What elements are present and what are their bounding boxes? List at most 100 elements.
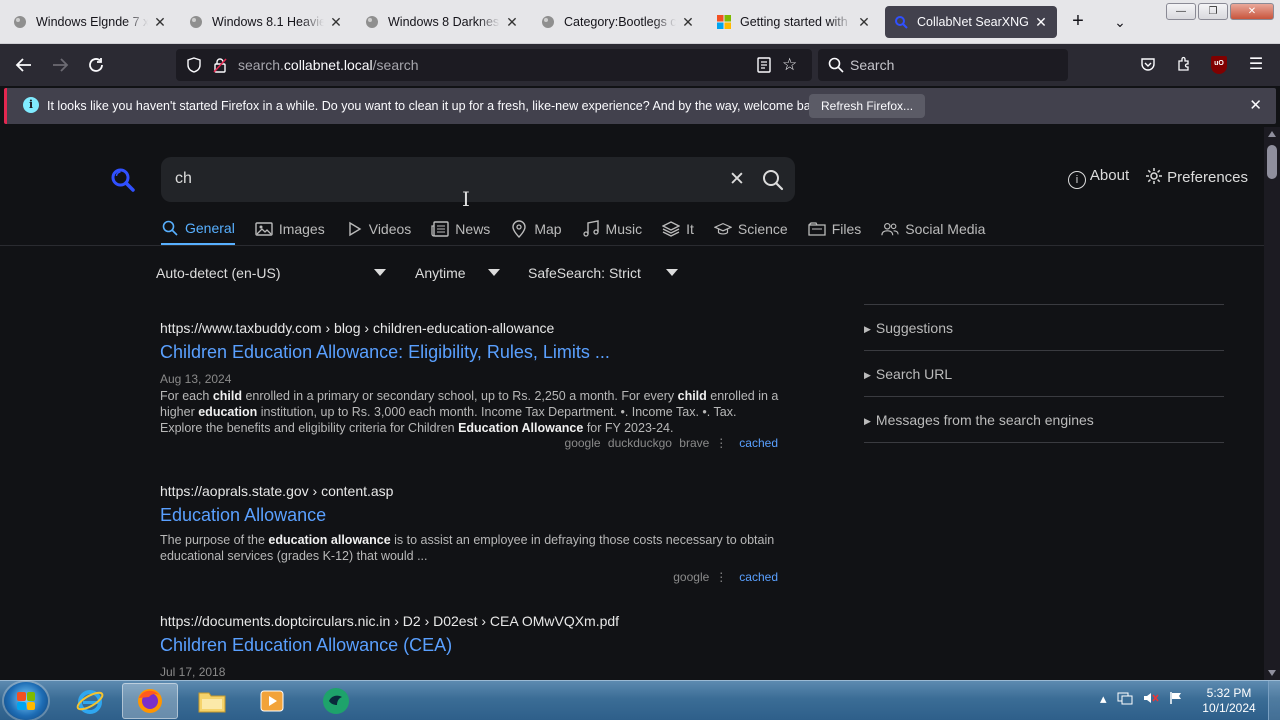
start-button[interactable] xyxy=(4,682,48,720)
sidebar-item-suggestions[interactable]: ▶ Suggestions xyxy=(864,305,1224,351)
bookmark-star-icon[interactable]: ☆ xyxy=(782,55,797,75)
result-engines: google duckduckgo brave ⋮ cached xyxy=(160,436,778,450)
volume-muted-icon[interactable] xyxy=(1143,691,1159,708)
refresh-firefox-notification: i It looks like you haven't started Fire… xyxy=(4,88,1276,124)
result-title-link[interactable]: Education Allowance xyxy=(160,505,780,526)
sidebar-item-search-url[interactable]: ▶ Search URL xyxy=(864,351,1224,397)
music-icon xyxy=(582,220,600,238)
cached-link[interactable]: cached xyxy=(739,436,778,450)
taskbar-clock[interactable]: 5:32 PM 10/1/2024 xyxy=(1196,686,1262,716)
url-bar[interactable]: search.collabnet.local/search ☆ xyxy=(176,49,812,81)
tab-category-bootlegs[interactable]: Category:Bootlegs cre ✕ xyxy=(532,6,704,38)
tab-getting-started[interactable]: Getting started with M ✕ xyxy=(708,6,880,38)
action-center-flag-icon[interactable] xyxy=(1169,691,1183,708)
result-engines: google ⋮ cached xyxy=(160,570,778,584)
tab-close-icon[interactable]: ✕ xyxy=(1033,14,1049,31)
preferences-link[interactable]: Preferences xyxy=(1145,167,1248,189)
sidebar-item-engine-messages[interactable]: ▶ Messages from the search engines xyxy=(864,397,1224,443)
tab-videos[interactable]: Videos xyxy=(345,219,411,245)
minimize-button[interactable]: — xyxy=(1166,3,1196,20)
tab-collabnet-searxng[interactable]: CollabNet SearXNG ✕ xyxy=(885,6,1057,38)
cached-link[interactable]: cached xyxy=(739,570,778,584)
ublock-origin-icon[interactable]: uO xyxy=(1211,56,1227,74)
tab-close-icon[interactable]: ✕ xyxy=(152,14,168,31)
firefox-taskbar-icon[interactable] xyxy=(122,683,178,719)
tab-social-media[interactable]: Social Media xyxy=(881,219,985,245)
language-select-value: Auto-detect (en-US) xyxy=(156,265,281,281)
result-url[interactable]: https://aoprals.state.gov › content.asp xyxy=(160,483,780,499)
sidebar-item-label: Search URL xyxy=(875,366,953,382)
result-title-link[interactable]: Children Education Allowance (CEA) xyxy=(160,635,780,656)
app-menu-hamburger-icon[interactable]: ☰ xyxy=(1247,56,1265,74)
layers-icon xyxy=(662,220,681,238)
tracking-protection-shield-icon[interactable] xyxy=(186,57,202,73)
list-all-tabs-button[interactable]: ⌄ xyxy=(1108,10,1132,34)
show-hidden-icons-icon[interactable]: ▴ xyxy=(1100,691,1107,708)
tab-windows-8-1-heavier[interactable]: Windows 8.1 Heavier E ✕ xyxy=(180,6,352,38)
about-link[interactable]: i About xyxy=(1067,167,1129,189)
network-icon[interactable] xyxy=(1117,691,1133,708)
searxng-logo-icon[interactable] xyxy=(110,167,136,193)
media-player-taskbar-icon[interactable] xyxy=(244,683,300,719)
tab-windows-8-darkness[interactable]: Windows 8 Darkness 2 ✕ xyxy=(356,6,528,38)
search-input[interactable]: ch xyxy=(175,170,192,188)
close-notification-icon[interactable]: ✕ xyxy=(1249,96,1262,114)
sidebar-item-label: Suggestions xyxy=(875,320,953,336)
clear-search-icon[interactable]: ✕ xyxy=(729,168,745,191)
search-submit-icon[interactable] xyxy=(762,169,784,191)
search-query-box[interactable]: ch ✕ xyxy=(161,157,795,202)
time-range-select[interactable]: Anytime xyxy=(415,265,501,281)
tab-close-icon[interactable]: ✕ xyxy=(504,14,520,31)
back-button[interactable] xyxy=(12,53,36,77)
searxng-favicon-icon xyxy=(893,14,909,30)
insecure-lock-icon[interactable] xyxy=(212,57,228,73)
chevron-down-icon xyxy=(666,269,678,276)
info-icon: i xyxy=(23,97,39,113)
tab-windows-elgnde[interactable]: Windows Elgnde 7 xp ✕ xyxy=(4,6,176,38)
tab-close-icon[interactable]: ✕ xyxy=(328,14,344,31)
result-date: Jul 17, 2018 xyxy=(160,665,226,679)
close-window-button[interactable]: ✕ xyxy=(1230,3,1274,20)
green-app-taskbar-icon[interactable] xyxy=(308,683,364,719)
tab-files[interactable]: Files xyxy=(808,219,862,245)
tab-it[interactable]: It xyxy=(662,219,694,245)
tab-close-icon[interactable]: ✕ xyxy=(680,14,696,31)
language-select[interactable]: Auto-detect (en-US) xyxy=(156,265,388,281)
map-pin-icon xyxy=(510,220,528,238)
pocket-icon[interactable] xyxy=(1139,56,1157,74)
file-explorer-taskbar-icon[interactable] xyxy=(184,683,240,719)
tab-label: Files xyxy=(831,221,862,237)
navigation-toolbar: search.collabnet.local/search ☆ Search ☰ xyxy=(0,44,1280,86)
result-url[interactable]: https://www.taxbuddy.com › blog › childr… xyxy=(160,320,780,336)
tab-general[interactable]: General xyxy=(161,219,235,245)
separator: ⋮ xyxy=(715,570,728,584)
show-desktop-button[interactable] xyxy=(1268,681,1280,720)
tab-label: Social Media xyxy=(905,221,986,237)
reader-view-icon[interactable] xyxy=(756,57,772,73)
internet-explorer-taskbar-icon[interactable] xyxy=(62,683,118,719)
result-url-host: https://documents.doptcirculars.nic.in xyxy=(160,613,391,629)
result-title-link[interactable]: Children Education Allowance: Eligibilit… xyxy=(160,342,780,363)
page-scrollbar[interactable] xyxy=(1264,127,1280,680)
scrollbar-thumb[interactable] xyxy=(1267,145,1277,179)
tab-news[interactable]: News xyxy=(431,219,490,245)
refresh-firefox-button[interactable]: Refresh Firefox... xyxy=(809,94,926,118)
tab-music[interactable]: Music xyxy=(582,219,642,245)
forward-button[interactable] xyxy=(48,53,72,77)
tab-map[interactable]: Map xyxy=(510,219,562,245)
tab-images[interactable]: Images xyxy=(255,219,325,245)
new-tab-button[interactable]: + xyxy=(1066,10,1090,34)
extensions-puzzle-icon[interactable] xyxy=(1175,56,1193,74)
scroll-down-arrow-icon[interactable] xyxy=(1268,670,1276,676)
result-snippet: The purpose of the education allowance i… xyxy=(160,533,775,563)
tab-science[interactable]: Science xyxy=(713,219,788,245)
result-url[interactable]: https://documents.doptcirculars.nic.in ›… xyxy=(160,613,780,629)
scroll-up-arrow-icon[interactable] xyxy=(1268,131,1276,137)
web-search-bar[interactable]: Search xyxy=(818,49,1068,81)
maximize-button[interactable]: ❐ xyxy=(1198,3,1228,20)
safesearch-select[interactable]: SafeSearch: Strict xyxy=(528,265,680,281)
engine-list: google duckduckgo brave xyxy=(564,436,710,450)
tab-close-icon[interactable]: ✕ xyxy=(856,14,872,31)
reload-button[interactable] xyxy=(84,53,108,77)
disclosure-triangle-icon: ▶ xyxy=(864,370,871,380)
